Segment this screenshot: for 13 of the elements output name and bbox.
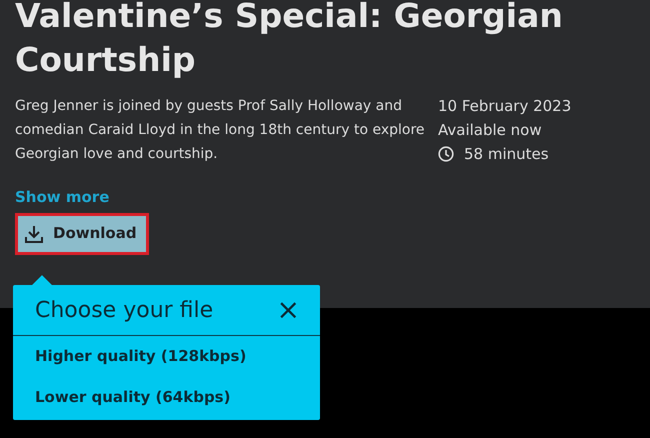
- clock-icon: [438, 146, 454, 162]
- show-more-link[interactable]: Show more: [15, 186, 110, 208]
- quality-option[interactable]: Higher quality (128kbps): [35, 345, 246, 368]
- duration-text: 58 minutes: [464, 144, 549, 165]
- menu-title: Choose your file: [35, 296, 214, 324]
- close-button[interactable]: ×: [276, 296, 300, 324]
- episode-title: Valentine’s Special: Georgian Courtship: [15, 0, 564, 81]
- download-icon: [25, 224, 43, 242]
- availability-text: Available now: [438, 120, 543, 141]
- episode-description: Greg Jenner is joined by guests Prof Sally Holloway and comedian Caraid Lloyd in the long 18th century to explore Georgian love and courtship.: [15, 97, 425, 164]
- broadcast-date: 10 February 2023: [438, 96, 572, 117]
- quality-option[interactable]: Lower quality (64kbps): [35, 386, 230, 409]
- download-button[interactable]: Download: [15, 212, 149, 254]
